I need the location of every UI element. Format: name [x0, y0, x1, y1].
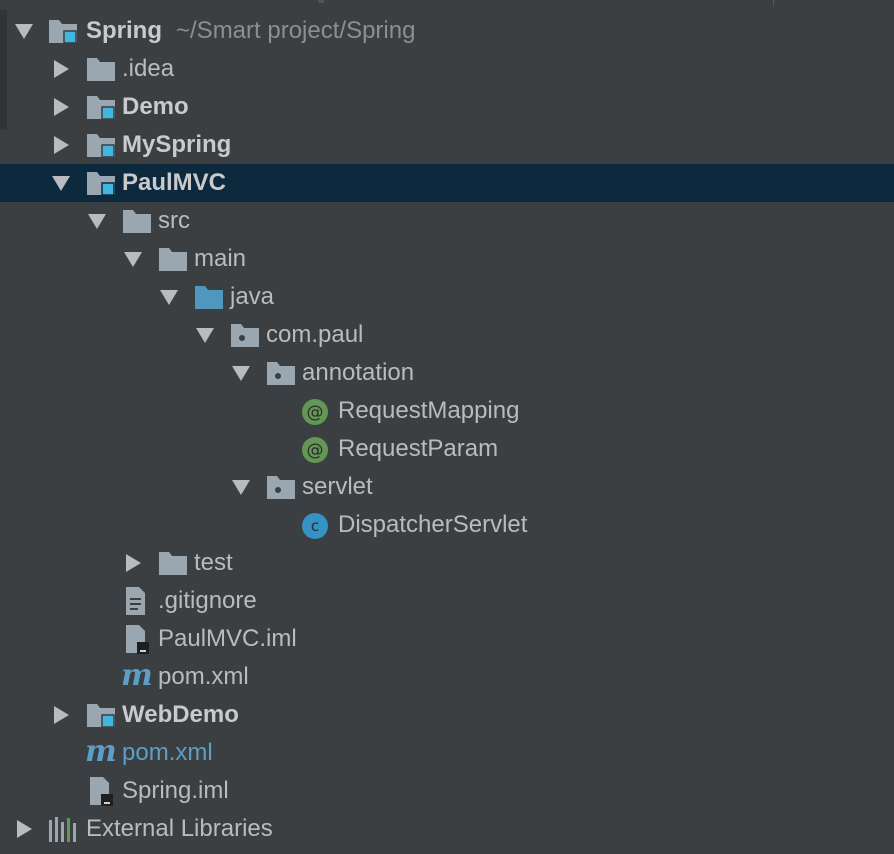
tree-item-label: com.paul	[266, 321, 364, 348]
expand-arrow-icon[interactable]	[50, 58, 72, 80]
expand-arrow-icon[interactable]	[230, 476, 252, 498]
svg-text:@: @	[307, 441, 324, 461]
tree-item-label: .idea	[122, 55, 175, 82]
tree-row-spring[interactable]: Spring ~/Smart project/Spring	[0, 12, 894, 50]
top-edge-divider	[773, 0, 774, 6]
tree-row-module-pom[interactable]: m pom.xml	[0, 658, 894, 696]
tree-item-label: DispatcherServlet	[338, 511, 528, 538]
expand-arrow-icon[interactable]	[50, 704, 72, 726]
tree-row-servlet[interactable]: servlet	[0, 468, 894, 506]
tree-row-myspring[interactable]: MySpring	[0, 126, 894, 164]
source-root-folder-icon	[195, 286, 223, 309]
tree-row-java[interactable]: java	[0, 278, 894, 316]
package-icon	[231, 324, 259, 347]
tree-row-com-paul[interactable]: com.paul	[0, 316, 894, 354]
project-name: Spring	[86, 17, 162, 44]
tree-row-spring-iml[interactable]: Spring.iml	[0, 772, 894, 810]
tree-row-webdemo[interactable]: WebDemo	[0, 696, 894, 734]
tree-row-paulmvc[interactable]: PaulMVC	[0, 164, 894, 202]
svg-text:@: @	[307, 403, 324, 423]
expand-arrow-icon[interactable]	[122, 248, 144, 270]
svg-text:c: c	[311, 517, 319, 535]
tree-item-label: test	[194, 549, 233, 576]
tree-item-label: RequestMapping	[338, 397, 520, 424]
iml-file-icon	[90, 777, 113, 806]
annotation-icon: @	[302, 399, 328, 425]
project-path: ~/Smart project/Spring	[176, 17, 416, 44]
tree-item-label: annotation	[302, 359, 415, 386]
tree-row-requestmapping[interactable]: @ RequestMapping	[0, 392, 894, 430]
expand-arrow-icon[interactable]	[230, 362, 252, 384]
tree-item-label: PaulMVC.iml	[158, 625, 297, 652]
expand-arrow-icon[interactable]	[13, 20, 35, 42]
tree-item-label: Spring.iml	[122, 777, 229, 804]
tree-row-dispatcherservlet[interactable]: c DispatcherServlet	[0, 506, 894, 544]
expand-arrow-icon[interactable]	[50, 134, 72, 156]
module-folder-icon	[49, 20, 77, 44]
module-folder-icon	[87, 704, 115, 728]
tree-item-label: java	[230, 283, 275, 310]
tree-item-label: Demo	[122, 93, 189, 120]
tree-item-label: .gitignore	[158, 587, 257, 614]
iml-file-icon	[126, 625, 149, 654]
tree-item-label: main	[194, 245, 247, 272]
maven-icon: m	[85, 734, 117, 769]
expand-arrow-icon[interactable]	[122, 552, 144, 574]
folder-icon	[87, 58, 115, 81]
folder-icon	[123, 210, 151, 233]
tree-row-paulmvc-iml[interactable]: PaulMVC.iml	[0, 620, 894, 658]
annotation-icon: @	[302, 437, 328, 463]
folder-icon	[159, 248, 187, 271]
project-tree: Spring ~/Smart project/Spring .idea Demo …	[0, 12, 894, 848]
class-icon: c	[302, 513, 328, 539]
expand-arrow-icon[interactable]	[13, 818, 35, 840]
tree-row-src[interactable]: src	[0, 202, 894, 240]
tree-item-label: servlet	[302, 473, 373, 500]
tree-item-label: MySpring	[122, 131, 232, 158]
tree-item-label: pom.xml	[122, 739, 213, 766]
expand-arrow-icon[interactable]	[194, 324, 216, 346]
tree-item-label: PaulMVC	[122, 169, 227, 196]
tree-item-label: External Libraries	[86, 815, 273, 842]
top-edge-mark	[318, 0, 324, 3]
module-folder-icon	[87, 96, 115, 120]
tree-row-annotation[interactable]: annotation	[0, 354, 894, 392]
tree-item-label: src	[158, 207, 190, 234]
maven-icon: m	[121, 658, 153, 693]
tree-row-idea[interactable]: .idea	[0, 50, 894, 88]
text-file-icon	[126, 587, 145, 615]
tree-row-gitignore[interactable]: .gitignore	[0, 582, 894, 620]
tree-row-main[interactable]: main	[0, 240, 894, 278]
package-icon	[267, 362, 295, 385]
module-folder-icon	[87, 172, 115, 196]
package-icon	[267, 476, 295, 499]
expand-arrow-icon[interactable]	[158, 286, 180, 308]
tree-row-requestparam[interactable]: @ RequestParam	[0, 430, 894, 468]
tree-item-label: RequestParam	[338, 435, 499, 462]
expand-arrow-icon[interactable]	[50, 96, 72, 118]
top-edge	[0, 0, 894, 10]
expand-arrow-icon[interactable]	[86, 210, 108, 232]
tree-row-test[interactable]: test	[0, 544, 894, 582]
folder-icon	[159, 552, 187, 575]
expand-arrow-icon[interactable]	[50, 172, 72, 194]
tree-row-demo[interactable]: Demo	[0, 88, 894, 126]
tree-item-label: WebDemo	[122, 701, 239, 728]
module-folder-icon	[87, 134, 115, 158]
tree-row-root-pom[interactable]: m pom.xml	[0, 734, 894, 772]
tree-item-label: pom.xml	[158, 663, 249, 690]
libraries-icon	[49, 817, 76, 842]
tree-row-external-libraries[interactable]: External Libraries	[0, 810, 894, 848]
